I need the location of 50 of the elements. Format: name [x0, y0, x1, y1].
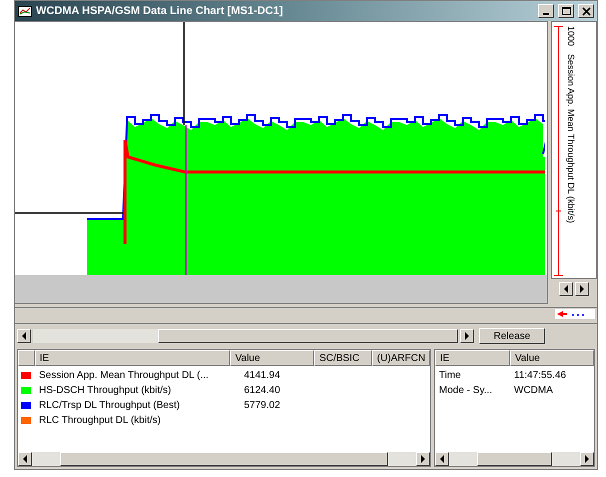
scroll-right-button[interactable]	[460, 329, 474, 343]
minimize-icon	[543, 13, 549, 15]
row-value: 4141.94	[243, 370, 282, 381]
row-label: Session App. Mean Throughput DL (...	[38, 370, 210, 381]
left-arrow-icon	[22, 455, 28, 463]
scroll-left-button[interactable]	[17, 329, 31, 343]
row-label: RLC Throughput DL (kbit/s)	[38, 415, 162, 426]
release-button[interactable]: Release	[479, 328, 545, 344]
legend-marker-icon	[555, 309, 595, 319]
app-icon	[18, 6, 32, 16]
row-label: Time	[438, 370, 462, 381]
close-icon	[582, 6, 590, 16]
column-header[interactable]: SC/BSIC	[314, 350, 372, 366]
column-header[interactable]: (U)ARFCN	[372, 350, 430, 366]
row-value: WCDMA	[513, 385, 554, 396]
row-label: RLC/Trsp DL Throughput (Best)	[38, 400, 181, 411]
row-value: 6124.40	[243, 385, 282, 396]
column-header[interactable]: Value	[230, 350, 314, 366]
left-arrow-icon	[563, 285, 569, 293]
scroll-right-button[interactable]	[580, 452, 594, 466]
scrollbar-thumb[interactable]	[60, 452, 388, 466]
column-header[interactable]: IE	[34, 350, 230, 366]
scrollbar-thumb[interactable]	[158, 329, 458, 343]
row-label: Mode - Sy...	[438, 385, 494, 396]
right-arrow-icon	[420, 455, 426, 463]
right-arrow-icon	[464, 332, 470, 340]
row-value: 11:47:55.46	[513, 370, 568, 381]
axis-line-icon	[554, 26, 563, 276]
column-header[interactable]: IE	[435, 350, 510, 366]
axis-label: Session App. Mean Throughput DL (kbit/s)	[566, 54, 576, 224]
scrollbar-thumb[interactable]	[477, 452, 552, 466]
column-header[interactable]	[18, 350, 35, 366]
close-button[interactable]	[578, 4, 594, 18]
minimize-button[interactable]	[538, 4, 554, 18]
right-arrow-icon	[579, 285, 585, 293]
scroll-right-button[interactable]	[416, 452, 430, 466]
scroll-left-button[interactable]	[435, 452, 449, 466]
column-header[interactable]: Value	[510, 350, 594, 366]
row-value: 5779.02	[243, 400, 282, 411]
right-arrow-icon	[584, 455, 590, 463]
left-arrow-icon	[439, 455, 445, 463]
left-arrow-icon	[21, 332, 27, 340]
maximize-icon	[562, 6, 570, 16]
window-title: WCDMA HSPA/GSM Data Line Chart [MS1-DC1]	[36, 5, 284, 17]
row-label: HS-DSCH Throughput (kbit/s)	[38, 385, 172, 396]
scroll-left-button[interactable]	[18, 452, 32, 466]
maximize-button[interactable]	[558, 4, 574, 18]
axis-value: 1000	[566, 26, 576, 46]
scroll-right-button[interactable]	[575, 282, 589, 296]
scroll-left-button[interactable]	[559, 282, 573, 296]
